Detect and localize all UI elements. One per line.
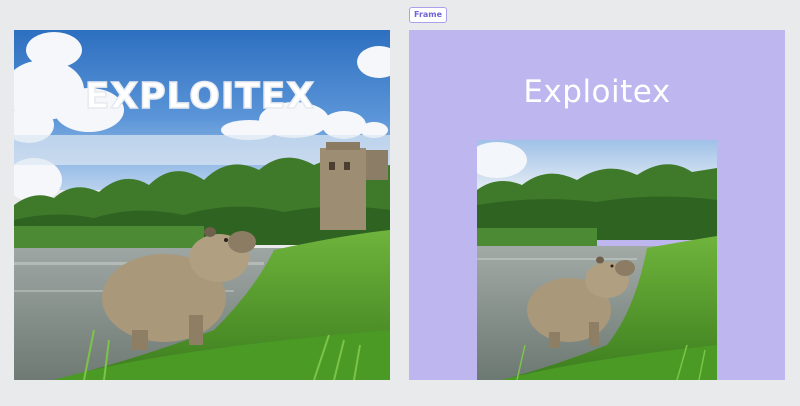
capybara-photo-cropped xyxy=(477,140,717,380)
frame-image[interactable] xyxy=(477,140,717,380)
frame[interactable]: Exploitex xyxy=(409,30,785,380)
source-image[interactable]: EXPLOITEX xyxy=(14,30,390,380)
frame-label[interactable]: Frame xyxy=(409,7,448,23)
cloud-lettering: EXPLOITEX xyxy=(85,76,315,117)
design-canvas: EXPLOITEX Frame Exploitex xyxy=(0,0,800,406)
capybara-photo: EXPLOITEX xyxy=(14,30,390,380)
frame-title: Exploitex xyxy=(523,74,671,110)
